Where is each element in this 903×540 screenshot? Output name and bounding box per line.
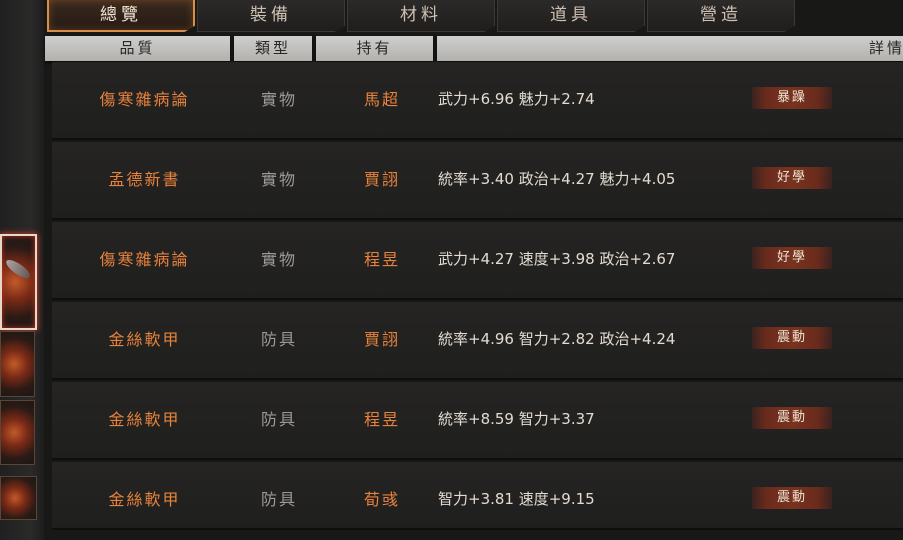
thumbnail-selected[interactable]	[0, 234, 37, 330]
blade-weapon-icon	[3, 256, 33, 281]
trait-badge[interactable]: 震動	[752, 407, 832, 429]
item-name: 孟德新書	[108, 170, 181, 189]
item-name: 傷寒雜病論	[99, 90, 190, 109]
item-attributes: 智力+3.81 速度+9.15	[438, 490, 595, 508]
item-attributes: 武力+6.96 魅力+2.74	[438, 90, 595, 108]
item-owner: 賈詡	[363, 330, 400, 349]
trait-badge[interactable]: 暴躁	[752, 87, 832, 109]
tab-equipment[interactable]: 裝備	[197, 0, 345, 32]
item-attributes: 統率+3.40 政治+4.27 魅力+4.05	[438, 170, 676, 188]
column-header-type[interactable]: 類型	[234, 36, 312, 61]
trait-badge[interactable]: 震動	[752, 327, 832, 349]
category-tabs: 總覽 裝備 材料 道具 營造	[47, 0, 795, 33]
column-header-details-label: 詳情	[868, 39, 903, 57]
tab-materials[interactable]: 材料	[347, 0, 495, 32]
item-type: 實物	[260, 250, 297, 269]
thumbnail-item[interactable]	[0, 476, 37, 520]
table-row[interactable]: 孟德新書 實物 賈詡 統率+3.40 政治+4.27 魅力+4.05 好學	[52, 142, 903, 220]
item-type: 防具	[260, 330, 297, 349]
item-name: 金絲軟甲	[108, 410, 181, 429]
item-type: 防具	[260, 490, 297, 509]
trait-badge[interactable]: 震動	[752, 487, 832, 509]
item-type: 防具	[260, 410, 297, 429]
tab-items[interactable]: 道具	[497, 0, 645, 32]
item-attributes: 統率+4.96 智力+2.82 政治+4.24	[438, 330, 676, 348]
item-attributes: 武力+4.27 速度+3.98 政治+2.67	[438, 250, 676, 268]
column-header-owner[interactable]: 持有	[316, 36, 433, 61]
table-row[interactable]: 傷寒雜病論 實物 程昱 武力+4.27 速度+3.98 政治+2.67 好學	[52, 222, 903, 300]
item-owner: 馬超	[363, 90, 400, 109]
tab-construction[interactable]: 營造	[647, 0, 795, 32]
item-name: 金絲軟甲	[108, 330, 181, 349]
inventory-screen: 總覽 裝備 材料 道具 營造 品質 類型 持有 詳情 傷寒雜病論 實物 馬超 武…	[0, 0, 903, 540]
thumbnail-item[interactable]	[0, 331, 35, 397]
item-type: 實物	[260, 170, 297, 189]
item-type: 實物	[260, 90, 297, 109]
trait-badge[interactable]: 好學	[752, 167, 832, 189]
item-owner: 賈詡	[363, 170, 400, 189]
table-row[interactable]: 金絲軟甲 防具 賈詡 統率+4.96 智力+2.82 政治+4.24 震動	[52, 302, 903, 380]
item-owner: 程昱	[363, 250, 400, 269]
item-owner: 荀彧	[363, 490, 400, 509]
item-owner: 程昱	[363, 410, 400, 429]
item-attributes: 統率+8.59 智力+3.37	[438, 410, 595, 428]
column-header-quality[interactable]: 品質	[45, 36, 230, 61]
table-header: 品質 類型 持有 詳情	[44, 36, 903, 62]
column-header-details[interactable]: 詳情	[437, 36, 903, 61]
table-row[interactable]: 金絲軟甲 防具 程昱 統率+8.59 智力+3.37 震動	[52, 382, 903, 460]
item-thumbnail-strip	[0, 0, 44, 540]
table-row[interactable]: 傷寒雜病論 實物 馬超 武力+6.96 魅力+2.74 暴躁	[52, 62, 903, 140]
item-name: 傷寒雜病論	[99, 250, 190, 269]
tab-overview[interactable]: 總覽	[47, 0, 195, 32]
table-row[interactable]: 金絲軟甲 防具 荀彧 智力+3.81 速度+9.15 震動	[52, 462, 903, 530]
thumbnail-item[interactable]	[0, 400, 35, 465]
trait-badge[interactable]: 好學	[752, 247, 832, 269]
item-name: 金絲軟甲	[108, 490, 181, 509]
